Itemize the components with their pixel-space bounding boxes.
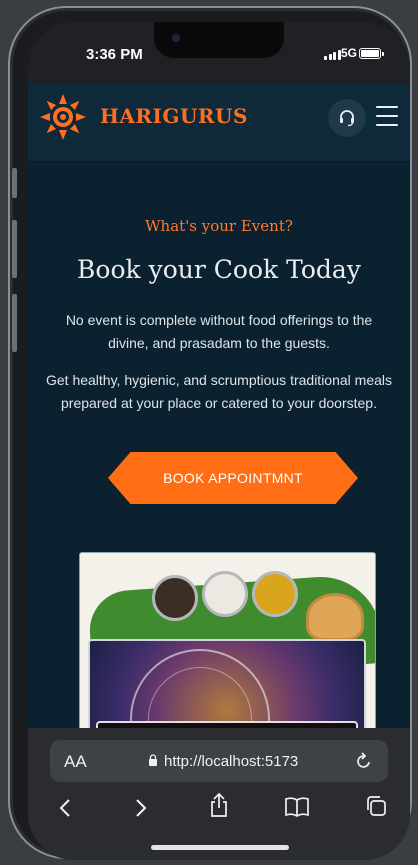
- reload-icon[interactable]: [354, 750, 374, 772]
- bookmarks-icon[interactable]: [284, 796, 310, 823]
- network-type: 5G: [341, 46, 358, 60]
- back-icon[interactable]: [58, 798, 72, 823]
- screen: 3:36 PM 5G HARIGURUS What's your Event? …: [28, 22, 410, 860]
- page-title: Book your Cook Today: [77, 255, 361, 284]
- brand-name[interactable]: HARIGURUS: [100, 104, 248, 128]
- bowl-1: [152, 575, 198, 621]
- support-button[interactable]: [328, 99, 366, 137]
- site-header: HARIGURUS: [28, 84, 410, 162]
- browser-nav: [28, 792, 410, 832]
- bread-stack: [306, 593, 364, 641]
- bowl-3: [252, 571, 298, 617]
- address-bar[interactable]: AA http://localhost:5173: [50, 740, 388, 782]
- volume-down-button: [12, 294, 17, 352]
- lock-icon: [149, 754, 157, 766]
- hero-paragraph-1: No event is complete without food offeri…: [65, 312, 373, 351]
- browser-toolbar: AA http://localhost:5173: [28, 728, 410, 860]
- status-time: 3:36 PM: [86, 46, 143, 63]
- bowl-2: [202, 571, 248, 617]
- mute-switch: [12, 168, 17, 198]
- battery-icon: [359, 48, 384, 59]
- signal-icon: [324, 50, 341, 60]
- hero-eyebrow: What's your Event?: [145, 217, 293, 235]
- tabs-icon[interactable]: [364, 794, 388, 823]
- headset-icon: [340, 110, 354, 127]
- forward-icon[interactable]: [134, 798, 148, 823]
- home-indicator[interactable]: [151, 845, 289, 850]
- phone-frame: 3:36 PM 5G HARIGURUS What's your Event? …: [8, 6, 412, 860]
- book-appointment-button[interactable]: BOOK APPOINTMNT: [108, 452, 358, 504]
- sun-emblem-icon[interactable]: [36, 90, 90, 144]
- hamburger-menu-icon[interactable]: [376, 106, 398, 126]
- food-image: [79, 552, 376, 752]
- notch: [154, 22, 284, 58]
- hero-paragraph-2: Get healthy, hygienic, and scrumptious t…: [45, 372, 393, 411]
- url-text[interactable]: http://localhost:5173: [164, 753, 298, 770]
- reader-aa-button[interactable]: AA: [64, 752, 87, 772]
- volume-up-button: [12, 220, 17, 278]
- front-camera: [172, 34, 180, 42]
- status-bar: 3:36 PM 5G: [28, 22, 410, 84]
- share-icon[interactable]: [208, 792, 230, 823]
